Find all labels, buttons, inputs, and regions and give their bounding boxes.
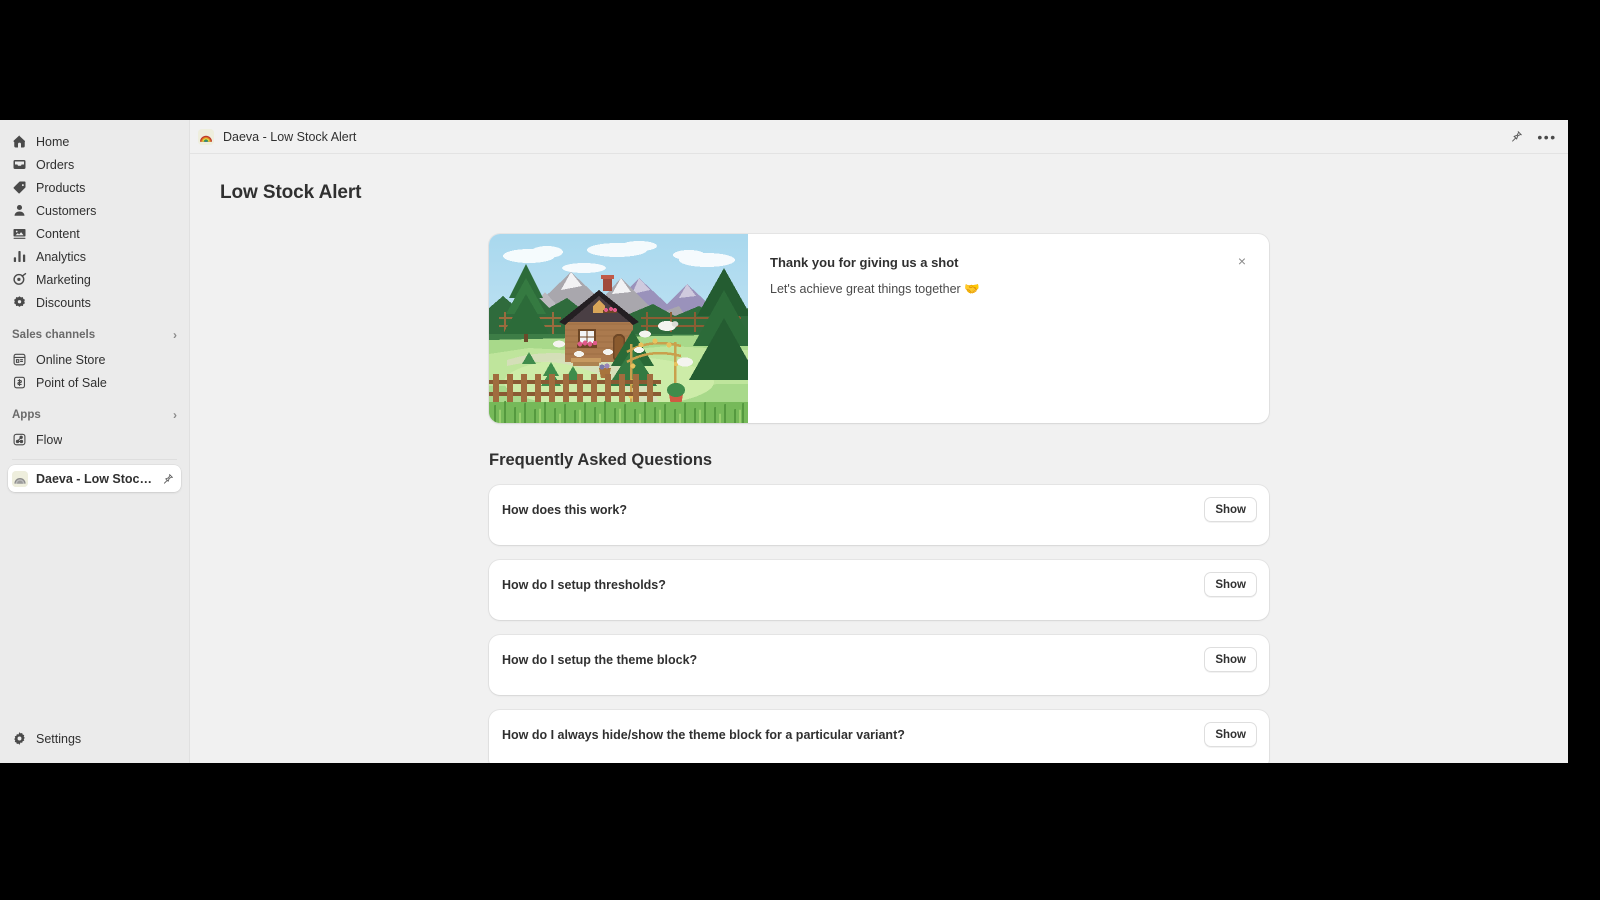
point-of-sale-icon (12, 375, 27, 390)
faq-question: How do I always hide/show the theme bloc… (502, 728, 905, 742)
sidebar-item-customers[interactable]: Customers (8, 199, 181, 222)
chevron-right-icon: › (173, 328, 177, 342)
topbar-left: Daeva - Low Stock Alert (198, 128, 357, 145)
products-tag-icon (12, 180, 27, 195)
sidebar-item-label: Orders (36, 157, 75, 172)
customers-person-icon (12, 203, 27, 218)
banner-title: Thank you for giving us a shot (770, 255, 959, 270)
sidebar-item-label: Point of Sale (36, 375, 107, 390)
sidebar-section-label: Sales channels (12, 329, 96, 341)
home-icon (12, 134, 27, 149)
sidebar-active-app-label: Daeva - Low Stock Al... (36, 471, 152, 486)
sidebar-item-content[interactable]: Content (8, 222, 181, 245)
faq-question: How do I setup thresholds? (502, 578, 666, 592)
marketing-target-icon (12, 272, 27, 287)
sidebar-item-label: Customers (36, 203, 97, 218)
sidebar-item-settings[interactable]: Settings (8, 727, 181, 750)
banner-body: Thank you for giving us a shot Let's ach… (748, 234, 1269, 423)
main-area: Daeva - Low Stock Alert ••• Low Stock Al… (190, 120, 1568, 763)
welcome-banner-card: Thank you for giving us a shot Let's ach… (489, 234, 1269, 423)
faq-item: How do I always hide/show the theme bloc… (489, 710, 1269, 763)
faq-show-button[interactable]: Show (1204, 647, 1257, 672)
sidebar-item-analytics[interactable]: Analytics (8, 245, 181, 268)
sidebar-footer: Settings (0, 727, 189, 763)
pin-icon[interactable] (1507, 128, 1525, 146)
sidebar-divider (12, 459, 177, 460)
sidebar-item-daeva-low-stock-alert[interactable]: Daeva - Low Stock Al... (8, 465, 181, 492)
faq-show-button[interactable]: Show (1204, 572, 1257, 597)
sidebar-item-label: Content (36, 226, 80, 241)
faq-heading: Frequently Asked Questions (489, 451, 713, 469)
sidebar-item-label: Flow (36, 432, 63, 447)
chevron-right-icon: › (173, 408, 177, 422)
sidebar-item-label: Online Store (36, 352, 106, 367)
page-title: Low Stock Alert (220, 182, 362, 203)
sidebar-section-apps[interactable]: Apps › (8, 404, 181, 426)
content-column: Thank you for giving us a shot Let's ach… (489, 234, 1269, 763)
analytics-bar-chart-icon (12, 249, 27, 264)
faq-item: How does this work? Show (489, 485, 1269, 545)
faq-question: How do I setup the theme block? (502, 653, 698, 667)
app-topbar: Daeva - Low Stock Alert ••• (190, 120, 1568, 154)
sidebar-item-label: Marketing (36, 272, 91, 287)
faq-item: How do I setup thresholds? Show (489, 560, 1269, 620)
sidebar-item-online-store[interactable]: Online Store (8, 348, 181, 371)
close-icon[interactable]: × (1232, 251, 1252, 271)
sidebar-item-label: Products (36, 180, 86, 195)
sidebar-item-home[interactable]: Home (8, 130, 181, 153)
sidebar-item-flow[interactable]: Flow (8, 428, 181, 451)
page-content: Low Stock Alert Thank you for giving us … (190, 154, 1568, 763)
faq-show-button[interactable]: Show (1204, 722, 1257, 747)
sidebar-item-label: Discounts (36, 295, 91, 310)
topbar-app-title: Daeva - Low Stock Alert (223, 129, 357, 144)
gear-icon (12, 731, 27, 746)
faq-question: How does this work? (502, 503, 628, 517)
sidebar-item-marketing[interactable]: Marketing (8, 268, 181, 291)
orders-inbox-icon (12, 157, 27, 172)
discounts-badge-icon (12, 295, 27, 310)
topbar-right: ••• (1507, 128, 1556, 146)
sidebar-item-label: Settings (36, 731, 82, 746)
daeva-rainbow-app-icon (12, 470, 28, 487)
daeva-rainbow-app-icon (198, 128, 214, 145)
sidebar-item-discounts[interactable]: Discounts (8, 291, 181, 314)
ellipsis-horizontal-icon[interactable]: ••• (1537, 128, 1556, 146)
sidebar-item-orders[interactable]: Orders (8, 153, 181, 176)
sidebar-item-point-of-sale[interactable]: Point of Sale (8, 371, 181, 394)
sidebar-item-label: Home (36, 134, 70, 149)
storefront-icon (12, 352, 27, 367)
content-image-icon (12, 226, 27, 241)
cabin-illustration (489, 234, 748, 423)
app-viewport: Home Orders Products Customers Content A… (0, 120, 1568, 763)
banner-subtitle: Let's achieve great things together 🤝 (770, 282, 980, 296)
pin-icon[interactable] (160, 471, 175, 486)
faq-item: How do I setup the theme block? Show (489, 635, 1269, 695)
faq-show-button[interactable]: Show (1204, 497, 1257, 522)
flow-icon (12, 432, 27, 447)
sidebar-section-sales-channels[interactable]: Sales channels › (8, 324, 181, 346)
sidebar-item-label: Analytics (36, 249, 87, 264)
sidebar: Home Orders Products Customers Content A… (0, 120, 190, 763)
sidebar-item-products[interactable]: Products (8, 176, 181, 199)
sidebar-section-label: Apps (12, 409, 41, 421)
